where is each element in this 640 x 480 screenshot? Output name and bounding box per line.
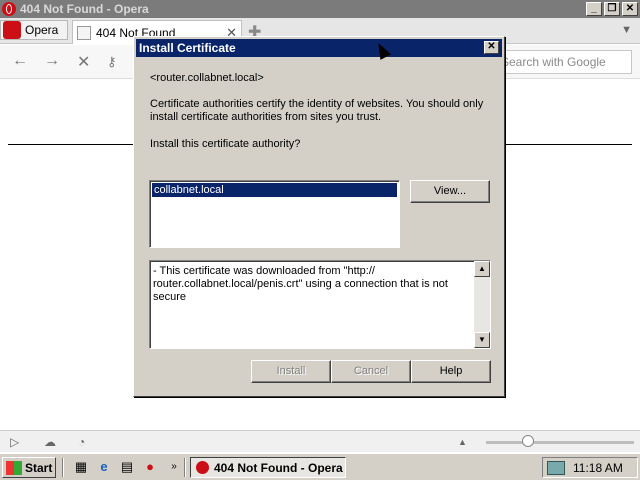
more-quicklaunch-icon[interactable]: » xyxy=(166,459,182,475)
clock: 11:18 AM xyxy=(573,460,623,475)
restore-button[interactable]: ❐ xyxy=(604,2,620,16)
zoom-slider-thumb[interactable] xyxy=(522,435,534,447)
taskbar-separator xyxy=(184,458,186,477)
stop-icon[interactable]: ✕ xyxy=(77,52,90,72)
tab-menu-chevron-icon[interactable]: ▼ xyxy=(621,24,632,36)
view-button[interactable]: View... xyxy=(410,180,490,203)
panel-toggle-icon[interactable]: ▷ xyxy=(10,435,19,449)
info-scrollbar[interactable]: ▲ ▼ xyxy=(474,261,490,348)
window-controls: _ ❐ ✕ xyxy=(586,2,638,16)
opera-menu-icon xyxy=(3,21,21,39)
back-icon[interactable]: ← xyxy=(12,52,28,70)
certificate-info-box: - This certificate was downloaded from "… xyxy=(149,260,491,349)
opera-menu-label: Opera xyxy=(25,23,59,37)
window-titlebar: 404 Not Found - Opera _ ❐ ✕ xyxy=(0,0,640,18)
window-title: 404 Not Found - Opera xyxy=(20,2,149,16)
network-icon[interactable] xyxy=(547,460,565,475)
start-label: Start xyxy=(25,460,53,475)
minimize-button[interactable]: _ xyxy=(586,2,602,16)
taskbar: Start ▦ e ▤ ● » 404 Not Found - Opera 11… xyxy=(0,453,640,480)
opera-quicklaunch-icon[interactable]: ● xyxy=(142,459,158,475)
page-favicon-icon xyxy=(77,25,91,40)
internet-explorer-icon[interactable]: e xyxy=(96,459,112,475)
dialog-title: Install Certificate xyxy=(139,41,236,55)
opera-task-icon xyxy=(196,461,209,474)
cancel-button[interactable]: Cancel xyxy=(331,360,411,383)
show-desktop-icon[interactable]: ▦ xyxy=(73,459,89,475)
page-divider-left xyxy=(8,144,134,145)
start-button[interactable]: Start xyxy=(2,457,56,478)
speed-gauge-icon[interactable]: ◔ xyxy=(78,435,85,449)
system-tray: 11:18 AM xyxy=(542,457,638,478)
zoom-slider[interactable] xyxy=(486,441,634,444)
help-button[interactable]: Help xyxy=(411,360,491,383)
zoom-up-icon[interactable]: ▲ xyxy=(458,437,467,447)
dialog-site: <router.collabnet.local> xyxy=(150,72,264,84)
dialog-question: Install this certificate authority? xyxy=(150,138,301,150)
certificate-list-item[interactable]: collabnet.local xyxy=(152,183,397,197)
windows-logo-icon xyxy=(6,460,22,475)
opera-logo-icon xyxy=(2,2,16,16)
taskbar-separator xyxy=(62,458,64,477)
forward-icon[interactable]: → xyxy=(44,52,60,70)
status-bar: ▷ ☁ ◔ ▲ xyxy=(0,430,640,452)
install-certificate-dialog: Install Certificate ✕ <router.collabnet.… xyxy=(133,36,505,397)
dialog-close-button[interactable]: ✕ xyxy=(484,41,499,54)
taskbar-task-label: 404 Not Found - Opera xyxy=(214,460,343,475)
opera-menu-button[interactable]: Opera xyxy=(0,20,68,40)
close-window-button[interactable]: ✕ xyxy=(622,2,638,16)
explorer-icon[interactable]: ▤ xyxy=(119,459,135,475)
dialog-titlebar: Install Certificate ✕ xyxy=(136,39,502,57)
dialog-explanation: Certificate authorities certify the iden… xyxy=(150,98,484,123)
taskbar-opera-window[interactable]: 404 Not Found - Opera xyxy=(190,457,346,478)
security-key-icon[interactable]: ⚷ xyxy=(107,54,117,70)
certificate-info-text: - This certificate was downloaded from "… xyxy=(153,265,448,303)
page-divider-right xyxy=(505,144,632,145)
search-input[interactable]: Search with Google xyxy=(498,50,632,74)
scroll-up-arrow-icon[interactable]: ▲ xyxy=(474,261,490,277)
certificate-list[interactable]: collabnet.local xyxy=(149,180,400,248)
turbo-cloud-icon[interactable]: ☁ xyxy=(44,435,56,449)
scroll-down-arrow-icon[interactable]: ▼ xyxy=(474,332,490,348)
install-button[interactable]: Install xyxy=(251,360,331,383)
